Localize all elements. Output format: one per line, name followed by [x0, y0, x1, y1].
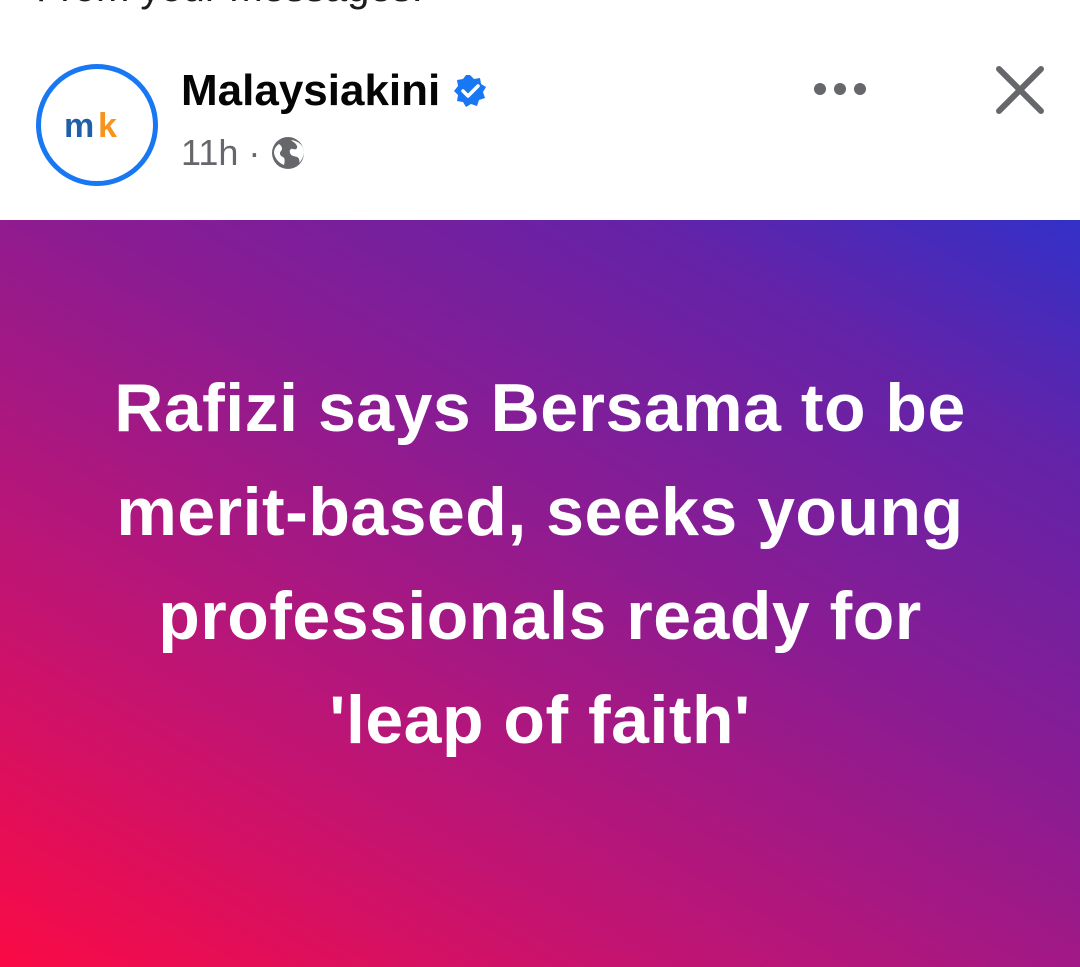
more-options-button[interactable]: [800, 64, 880, 114]
page-avatar[interactable]: m k: [36, 64, 158, 186]
svg-text:m: m: [64, 107, 94, 145]
more-horizontal-icon: [814, 83, 866, 95]
page-name[interactable]: Malaysiakini: [181, 66, 488, 116]
meta-separator: ·: [248, 132, 261, 173]
malaysiakini-logo: m k: [64, 107, 117, 145]
page-name-text[interactable]: Malaysiakini: [181, 66, 440, 116]
verified-badge-icon: [454, 75, 487, 107]
post-timestamp[interactable]: 11h: [181, 132, 238, 174]
post-image-banner[interactable]: Rafizi says Bersama to be merit-based, s…: [0, 220, 1080, 967]
banner-headline: Rafizi says Bersama to be merit-based, s…: [114, 370, 966, 758]
globe-icon: [272, 137, 305, 169]
post-meta: 11h ·: [181, 132, 306, 174]
close-icon: [996, 66, 1044, 114]
post-card: From your messages. m k Malaysiakini 11h…: [0, 0, 1080, 967]
post-header: m k Malaysiakini 11h ·: [0, 0, 1080, 220]
close-button[interactable]: [980, 50, 1060, 130]
svg-text:k: k: [98, 107, 117, 145]
